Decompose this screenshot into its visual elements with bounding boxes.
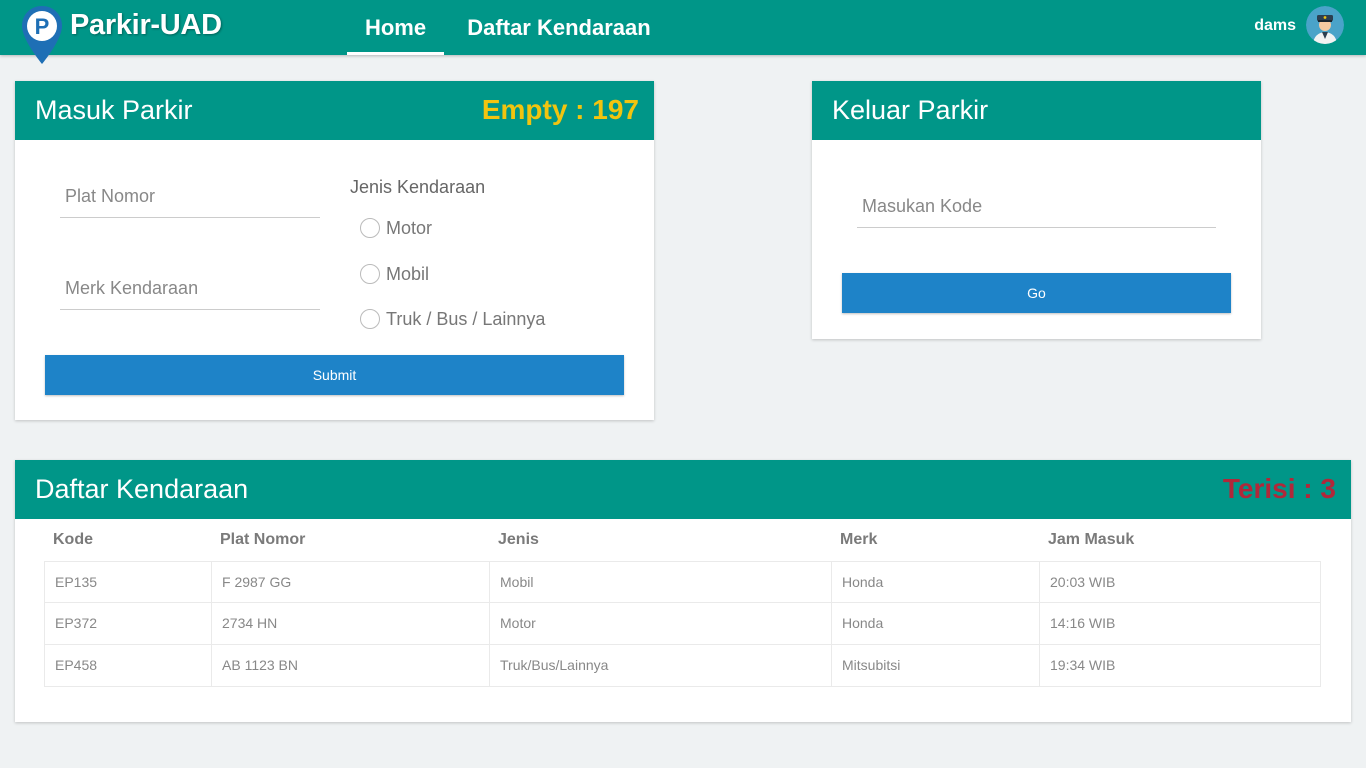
plat-nomor-input[interactable]: [60, 175, 320, 218]
masuk-parkir-title: Masuk Parkir: [35, 95, 193, 125]
keluar-parkir-title: Keluar Parkir: [832, 95, 989, 125]
empty-count: Empty : 197: [481, 94, 639, 125]
cell-kode: EP458: [45, 645, 212, 686]
kendaraan-table: Kode Plat Nomor Jenis Merk Jam Masuk EP1…: [44, 519, 1321, 687]
cell-plat-nomor: F 2987 GG: [212, 562, 490, 603]
jenis-kendaraan-label: Jenis Kendaraan: [350, 177, 486, 197]
cell-merk: Honda: [832, 603, 1040, 644]
kode-input[interactable]: [857, 185, 1216, 228]
cell-jam-masuk: 20:03 WIB: [1050, 574, 1116, 590]
masuk-parkir-card: Masuk Parkir Empty : 197 Jenis Kendaraan…: [15, 81, 654, 420]
radio-icon[interactable]: [360, 218, 380, 238]
submit-button[interactable]: Submit: [45, 355, 624, 395]
cell-merk: Mitsubitsi: [832, 645, 1040, 686]
cell-jam-masuk: 19:34 WIB: [1050, 657, 1116, 673]
cell-jenis: Truk/Bus/Lainnya: [490, 645, 832, 686]
cell-jam-masuk: 14:16 WIB: [1050, 615, 1116, 631]
terisi-count: Terisi : 3: [1222, 473, 1336, 504]
masuk-parkir-header: Masuk Parkir Empty : 197: [15, 81, 654, 140]
keluar-parkir-card: Keluar Parkir Go: [812, 81, 1261, 339]
user-avatar-icon[interactable]: [1306, 6, 1344, 44]
column-header-plat-nomor: Plat Nomor: [220, 531, 306, 548]
navbar: Parkir-UAD Home Daftar Kendaraan dams: [0, 0, 1366, 55]
table-row: EP135 F 2987 GG Mobil Honda 20:03 WIB: [44, 561, 1321, 603]
radio-motor-label: Motor: [386, 217, 433, 238]
cell-plat-nomor: 2734 HN: [212, 603, 490, 644]
radio-icon[interactable]: [360, 309, 380, 329]
parking-pin-logo-icon[interactable]: P: [20, 4, 64, 66]
cell-plat-nomor: AB 1123 BN: [212, 645, 490, 686]
table-row: EP372 2734 HN Motor Honda 14:16 WIB: [44, 603, 1321, 645]
go-button[interactable]: Go: [842, 273, 1231, 313]
daftar-kendaraan-header: Daftar Kendaraan Terisi : 3: [15, 460, 1351, 519]
daftar-kendaraan-title: Daftar Kendaraan: [35, 474, 249, 504]
radio-truk-bus-lainnya[interactable]: Truk / Bus / Lainnya: [360, 307, 545, 331]
cell-jenis: Mobil: [490, 562, 832, 603]
table-row: EP458 AB 1123 BN Truk/Bus/Lainnya Mitsub…: [44, 645, 1321, 687]
radio-truk-label: Truk / Bus / Lainnya: [386, 308, 546, 329]
column-header-merk: Merk: [840, 531, 878, 548]
table-header: Kode Plat Nomor Jenis Merk Jam Masuk: [44, 519, 1321, 561]
daftar-kendaraan-card: Daftar Kendaraan Terisi : 3 Kode Plat No…: [15, 460, 1351, 722]
cell-jenis: Motor: [490, 603, 832, 644]
column-header-jenis: Jenis: [498, 531, 539, 548]
logo-letter: P: [35, 14, 50, 39]
keluar-parkir-header: Keluar Parkir: [812, 81, 1261, 140]
brand-name[interactable]: Parkir-UAD: [70, 9, 222, 42]
cell-kode: EP372: [45, 603, 212, 644]
cell-merk: Honda: [832, 562, 1040, 603]
nav-home[interactable]: Home: [347, 0, 444, 55]
radio-motor[interactable]: Motor: [360, 216, 432, 240]
column-header-kode: Kode: [53, 531, 93, 548]
nav-daftar-kendaraan[interactable]: Daftar Kendaraan: [450, 0, 668, 55]
merk-kendaraan-input[interactable]: [60, 267, 320, 310]
cell-kode: EP135: [45, 562, 212, 603]
radio-mobil-label: Mobil: [386, 263, 430, 284]
column-header-jam-masuk: Jam Masuk: [1048, 531, 1135, 548]
user-name[interactable]: dams: [1254, 17, 1296, 35]
radio-icon[interactable]: [360, 264, 380, 284]
radio-mobil[interactable]: Mobil: [360, 262, 429, 286]
